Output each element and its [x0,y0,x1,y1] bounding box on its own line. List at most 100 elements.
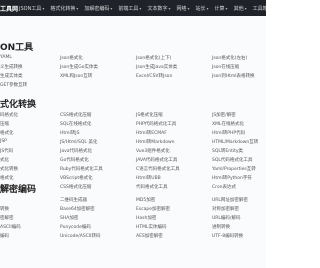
nav-menu: JSON工具 ▾ 格式化转换 ▾ 加解密编码 ▾ 前端工具 ▾ 文本数字 ▾ 网络 ▾ 站长 ▾ 计算 ▾ 其他… [19,5,266,12]
nav-item-label: 前端工具 [118,6,139,12]
tool-link[interactable]: YAML [0,55,12,60]
tool-link[interactable]: Json格式化 [60,55,83,61]
tool-link[interactable]: Json格式化(上下) [136,55,171,61]
tool-link[interactable]: Html转JS [60,130,79,136]
tool-link[interactable]: URL网址加密解密 [212,197,248,203]
tool-link[interactable]: Java代码格式化 [60,148,92,154]
tool-link[interactable]: Json格式化(左右) [212,55,247,61]
tool-link[interactable]: AES加密解密 [136,233,163,239]
tool-row: GET参数互转 [0,82,266,93]
chevron-down-icon: ▾ [187,6,190,11]
tool-link[interactable]: Unicode/ASCII转码 [60,233,101,239]
tool-link[interactable]: JSP [0,139,7,144]
tool-link[interactable]: 对称加密解密 [212,206,239,212]
tool-link[interactable]: 密解密 [0,215,14,221]
tool-link[interactable]: 格式化 [0,130,14,136]
nav-item[interactable]: 前端工具 ▾ [118,5,141,12]
tool-link[interactable]: Html转PHP代码 [212,130,245,136]
chevron-down-icon: ▾ [42,6,45,11]
nav-item-label: 文本数字 [147,6,168,12]
tool-link[interactable]: 式化 [0,157,9,163]
nav-item-label: 站长 [195,6,206,12]
tool-link[interactable]: HTML/Markdown互转 [212,139,258,145]
tool-link[interactable]: 义生成转换 [0,64,23,70]
tool-link[interactable]: JS代码 [0,148,13,154]
tool-link[interactable]: 转换 [0,206,9,212]
tool-link[interactable]: XML和Json互转 [60,73,92,79]
tool-link[interactable]: JAVA代码格式化工具 [136,157,177,163]
tool-link[interactable]: MD5加密 [136,197,155,203]
tool-link[interactable]: Json生成Go实体类 [60,64,98,70]
nav-item[interactable]: 文本数字 ▾ [147,5,170,12]
tool-link[interactable]: 代码格式化工具 [136,184,168,190]
tool-link[interactable]: Json到Html表格转换 [212,73,255,79]
tool-link[interactable]: Ruby代码格式化工具 [60,166,103,172]
nav-item[interactable]: 计算 ▾ [215,5,228,12]
tool-link[interactable]: UTF-8编码转换 [212,233,243,239]
tool-link[interactable]: SQL转Entity类 [212,148,243,154]
chevron-down-icon: ▾ [206,6,209,11]
tool-link[interactable]: Cron表达式 [212,184,236,190]
tool-link[interactable]: ASCII编码 [0,224,21,230]
nav-item-label: 工具箱 [252,6,266,12]
tool-link[interactable]: URL编码/解码 [212,215,240,221]
nav-item[interactable]: 工具箱▾ [253,5,266,12]
page-content: ON工具 YAML Json格式化 Json格式化(上下) Json格式化(左右) 义生成… [0,16,266,268]
tool-link[interactable]: CSS格式化压缩 [60,112,91,118]
tool-link[interactable]: Excel/CSV转Json [136,73,172,79]
tool-link[interactable]: JS/Html/SQL 美化 [60,139,97,145]
tool-row: 处理 CSS格式化压缩 代码格式化工具 Cron表达式 [0,184,266,195]
tool-link[interactable]: PHP代码格式化工具 [136,121,176,127]
nav-item-label: 格式化转换 [50,6,76,12]
tool-link[interactable]: SQL在线格式化 [60,121,91,127]
tool-link[interactable]: Punycode编码 [60,224,91,230]
chevron-down-icon: ▾ [244,6,247,11]
tool-link[interactable]: 进制转换 [212,224,230,230]
tool-link[interactable]: 二维码生成器 [60,197,87,203]
tool-link[interactable]: 压缩 [0,121,9,127]
tool-link[interactable]: JS加密/解密 [212,112,236,118]
tool-link[interactable]: CSS格式化压缩 [60,184,91,190]
chevron-down-icon: ▾ [139,6,142,11]
top-navigation-bar: 工具网 JSON工具 ▾ 格式化转换 ▾ 加解密编码 ▾ 前端工具 ▾ 文本数字 ▾ 网络 ▾ 站长 ▾ 计… [0,0,266,16]
tool-link[interactable]: Yaml/Properties互转 [212,166,256,172]
nav-item[interactable]: 其他 ▾ [234,5,247,12]
nav-item[interactable]: 加解密编码 ▾ [84,5,112,12]
tool-link[interactable]: XML在线格式化 [212,121,244,127]
tool-link[interactable]: Escape加密解密 [136,206,170,212]
tool-link[interactable]: JS格式化压缩 [136,112,163,118]
tool-link[interactable]: Hash加密 [136,215,156,221]
tool-link[interactable]: Html转UBB [136,175,161,181]
tool-link[interactable]: Html转Markdown [136,139,175,145]
section-title: 解密编码 [0,185,37,195]
tool-link[interactable]: Base64加密解密 [60,206,95,212]
nav-item[interactable]: JSON工具 ▾ [19,5,44,12]
tool-link[interactable]: HTML实体编码 [136,224,167,230]
tool-link[interactable]: 生成实体类 [0,73,23,79]
chevron-down-icon: ▾ [76,6,79,11]
site-brand[interactable]: 工具网 [0,4,18,13]
nav-item[interactable]: 格式化转换 ▾ [50,5,78,12]
tool-link[interactable]: Json生成Java实体类 [136,64,177,70]
tool-link[interactable]: 格式化 [0,175,14,181]
nav-item[interactable]: 站长 ▾ [196,5,209,12]
tool-link[interactable]: Html转ECMAF [136,130,167,136]
nav-item-label: 计算 [214,6,225,12]
tool-link[interactable]: Go代码格式化 [60,157,89,163]
tool-link[interactable]: VBScript格式化 [60,175,93,181]
tool-link[interactable]: Html转Python字符 [212,175,252,181]
chevron-down-icon: ▾ [168,6,171,11]
tool-link[interactable]: C语言代码格式化工具 [136,166,180,172]
tool-link[interactable]: SQL代码格式化工具 [212,157,252,163]
nav-item-label: 加解密编码 [84,6,110,12]
tool-link[interactable]: 编码 [0,233,9,239]
tool-link[interactable]: Json在线压缩 [212,64,239,70]
tool-link[interactable]: Vue3组件格式化 [136,148,170,154]
tool-link[interactable]: 码格式化 [0,112,18,118]
tool-link[interactable]: SHA加密 [60,215,78,221]
tool-link[interactable]: GET参数互转 [0,82,27,88]
chevron-down-icon: ▾ [110,6,113,11]
nav-item-label: 网络 [176,6,187,12]
nav-item[interactable]: 网络 ▾ [176,5,189,12]
tool-link[interactable]: 式化转换 [0,166,18,172]
